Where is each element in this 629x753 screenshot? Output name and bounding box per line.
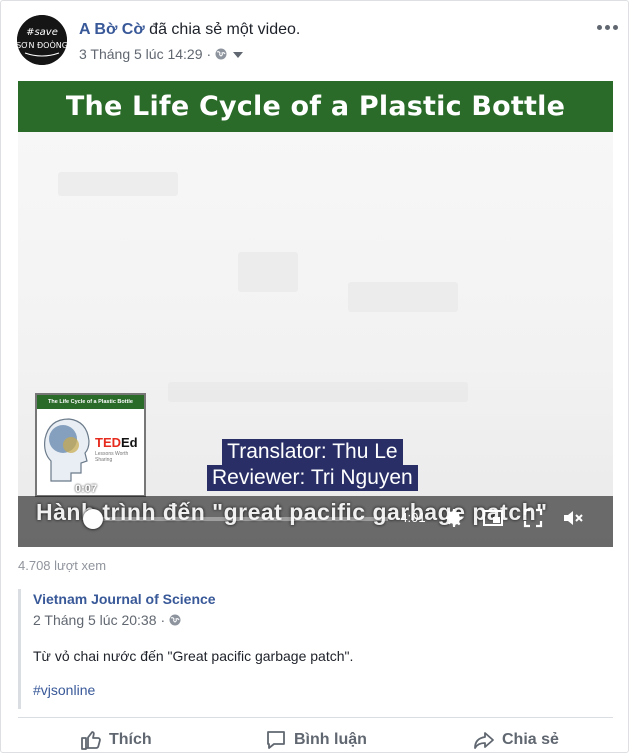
post-timestamp[interactable]: 3 Tháng 5 lúc 14:29 bbox=[79, 46, 203, 62]
source-post-text: Từ vỏ chai nước đến "Great pacific garba… bbox=[33, 648, 354, 664]
globe-icon[interactable] bbox=[169, 614, 181, 626]
comment-label: Bình luận bbox=[294, 731, 367, 748]
faded-frame-shape bbox=[168, 382, 468, 402]
post-action-text: đã chia sẻ một video. bbox=[149, 21, 301, 38]
hashtag-link[interactable]: #vjsonline bbox=[33, 682, 95, 698]
video-thumbnail-preview: The Life Cycle of a Plastic Bottle TEDEd… bbox=[35, 393, 146, 497]
volume-icon[interactable] bbox=[561, 506, 585, 530]
video-progress-bar[interactable] bbox=[88, 517, 388, 521]
comment-button[interactable]: Bình luận bbox=[264, 726, 367, 753]
faded-frame-shape bbox=[58, 172, 178, 196]
source-meta: 2 Tháng 5 lúc 20:38 · bbox=[33, 612, 181, 628]
author-name[interactable]: A Bờ Cờ bbox=[79, 21, 145, 38]
separator: · bbox=[206, 46, 212, 62]
faded-frame-shape bbox=[348, 282, 458, 312]
video-title: The Life Cycle of a Plastic Bottle bbox=[65, 91, 566, 122]
video-title-banner: The Life Cycle of a Plastic Bottle bbox=[18, 81, 613, 132]
globe-icon[interactable] bbox=[215, 48, 227, 60]
svg-text:SƠN ĐOÒNG: SƠN ĐOÒNG bbox=[17, 39, 67, 50]
head-silhouette-icon bbox=[44, 418, 90, 482]
source-page-name[interactable]: Vietnam Journal of Science bbox=[33, 591, 216, 607]
more-options-button[interactable] bbox=[595, 19, 619, 35]
progress-scrubber-handle[interactable] bbox=[83, 509, 103, 529]
avatar-image: #save SƠN ĐOÒNG bbox=[17, 15, 67, 65]
caption-line: Reviewer: Tri Nguyen bbox=[207, 465, 418, 491]
fullscreen-icon[interactable] bbox=[521, 506, 545, 530]
share-arrow-icon bbox=[474, 732, 494, 749]
like-button[interactable]: Thích bbox=[79, 726, 152, 753]
thumb-timecode: 0:07 bbox=[75, 483, 98, 495]
more-dot-icon bbox=[596, 24, 602, 30]
shared-attachment: Vietnam Journal of Science 2 Tháng 5 lúc… bbox=[18, 589, 613, 709]
caption-line: Translator: Thu Le bbox=[222, 439, 403, 465]
audience-dropdown-icon[interactable] bbox=[233, 52, 244, 58]
actions-divider bbox=[18, 717, 613, 718]
settings-gear-icon[interactable] bbox=[441, 506, 465, 530]
faded-frame-shape bbox=[238, 252, 298, 292]
thumbs-up-icon bbox=[81, 731, 101, 750]
thumb-title: The Life Cycle of a Plastic Bottle bbox=[37, 395, 144, 409]
thumb-subtitle: Lessons Worth Sharing bbox=[95, 451, 129, 463]
picture-in-picture-icon[interactable] bbox=[481, 506, 505, 530]
post-card: #save SƠN ĐOÒNG A Bờ Cờ đã chia sẻ một v… bbox=[0, 0, 629, 753]
teded-logo: TEDEd bbox=[95, 435, 138, 450]
time-remaining: -4:01 bbox=[396, 510, 426, 525]
share-label: Chia sẻ bbox=[502, 731, 559, 748]
burned-in-subtitle: Hành trình đến "great pacific garbage pa… bbox=[36, 499, 548, 525]
more-dot-icon bbox=[604, 24, 610, 30]
more-dot-icon bbox=[612, 24, 618, 30]
like-label: Thích bbox=[109, 731, 152, 748]
share-button[interactable]: Chia sẻ bbox=[472, 726, 559, 753]
post-header: A Bờ Cờ đã chia sẻ một video. bbox=[79, 21, 300, 39]
view-count: 4.708 lượt xem bbox=[18, 558, 107, 573]
source-timestamp[interactable]: 2 Tháng 5 lúc 20:38 bbox=[33, 612, 157, 628]
video-player[interactable]: The Life Cycle of a Plastic Bottle The L… bbox=[18, 81, 613, 547]
caption-box: Translator: Thu Le Reviewer: Tri Nguyen bbox=[207, 439, 418, 491]
comment-icon bbox=[267, 731, 285, 749]
post-meta: 3 Tháng 5 lúc 14:29 · bbox=[79, 46, 244, 62]
avatar[interactable]: #save SƠN ĐOÒNG bbox=[17, 15, 67, 65]
separator: · bbox=[160, 612, 166, 628]
svg-text:#save: #save bbox=[26, 27, 58, 38]
